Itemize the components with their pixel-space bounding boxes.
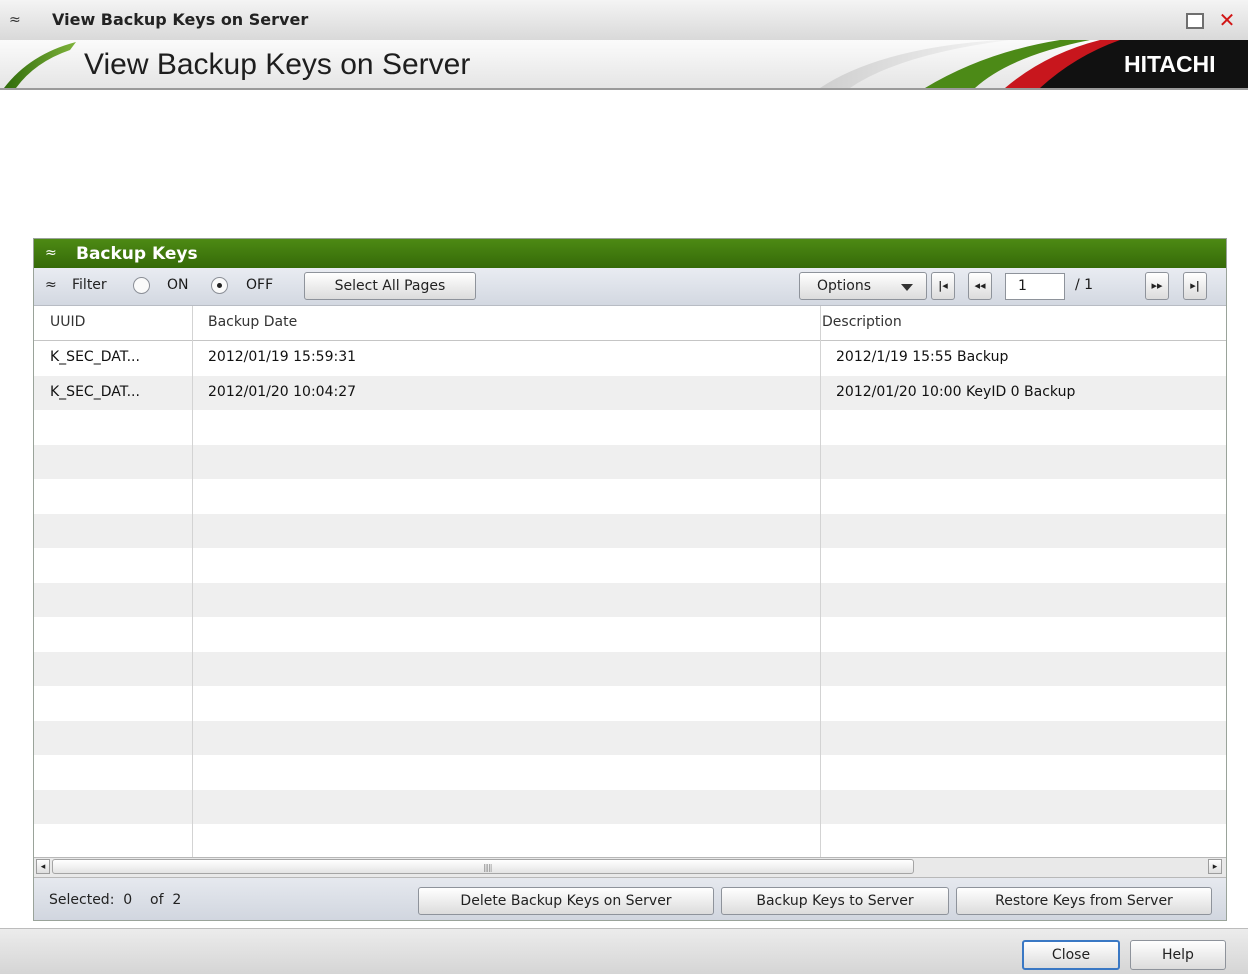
page-number-input[interactable]: 1 <box>1005 273 1065 300</box>
column-header-description[interactable]: Description <box>822 314 902 330</box>
hitachi-logo: HITACHI <box>1124 51 1216 77</box>
help-button[interactable]: Help <box>1130 940 1226 970</box>
selection-count: Selected: 0 of 2 <box>49 892 182 908</box>
filter-on-radio[interactable] <box>133 277 150 294</box>
previous-page-button[interactable]: ◂◂ <box>968 272 992 300</box>
backup-keys-panel: ≈ Backup Keys ≈ Filter ON OFF Select All… <box>33 238 1227 921</box>
header-banner: View Backup Keys on Server HITACHI <box>0 40 1248 90</box>
select-all-pages-button[interactable]: Select All Pages <box>304 272 476 300</box>
empty-row <box>34 720 1226 755</box>
collapse-icon[interactable]: ≈ <box>45 244 57 262</box>
empty-row <box>34 582 1226 617</box>
empty-row <box>34 686 1226 721</box>
filter-collapse-icon[interactable]: ≈ <box>45 277 57 293</box>
delete-backup-keys-button[interactable]: Delete Backup Keys on Server <box>418 887 714 915</box>
empty-row <box>34 824 1226 857</box>
column-divider[interactable] <box>192 306 193 857</box>
horizontal-scrollbar[interactable]: ◂ ||||| ▸ <box>34 857 1226 878</box>
backup-keys-to-server-button[interactable]: Backup Keys to Server <box>721 887 949 915</box>
options-label: Options <box>817 278 872 294</box>
panel-footer: Selected: 0 of 2 Delete Backup Keys on S… <box>34 878 1226 920</box>
caret-down-icon <box>901 284 913 291</box>
cell-backup-date: 2012/01/20 10:04:27 <box>208 383 357 400</box>
filter-off-label[interactable]: OFF <box>246 277 273 293</box>
empty-row <box>34 755 1226 790</box>
cell-uuid: K_SEC_DAT... <box>50 349 140 365</box>
cell-description: 2012/01/20 10:00 KeyID 0 Backup <box>836 383 1076 400</box>
empty-row <box>34 651 1226 686</box>
empty-row <box>34 617 1226 652</box>
table-row[interactable]: K_SEC_DAT... 2012/01/20 10:04:27 2012/01… <box>34 375 1226 410</box>
window-title-bar: ≈ View Backup Keys on Server ✕ <box>0 0 1248 41</box>
window-title: View Backup Keys on Server <box>52 10 309 29</box>
last-page-button[interactable]: ▸| <box>1183 272 1207 300</box>
column-divider[interactable] <box>820 306 821 857</box>
filter-on-label[interactable]: ON <box>167 277 189 293</box>
first-page-button[interactable]: |◂ <box>931 272 955 300</box>
column-header-uuid[interactable]: UUID <box>50 314 85 330</box>
cell-description: 2012/1/19 15:55 Backup <box>836 349 1009 365</box>
maximize-icon[interactable] <box>1183 9 1205 31</box>
empty-row <box>34 789 1226 824</box>
options-dropdown[interactable]: Options <box>799 272 927 300</box>
backup-keys-table: K_SEC_DAT... 2012/01/19 15:59:31 2012/1/… <box>34 306 1226 857</box>
empty-row <box>34 513 1226 548</box>
table-row[interactable]: K_SEC_DAT... 2012/01/19 15:59:31 2012/1/… <box>34 341 1226 376</box>
restore-keys-button[interactable]: Restore Keys from Server <box>956 887 1212 915</box>
cell-backup-date: 2012/01/19 15:59:31 <box>208 349 357 365</box>
next-page-button[interactable]: ▸▸ <box>1145 272 1169 300</box>
panel-title: Backup Keys <box>76 244 198 264</box>
filter-label: Filter <box>72 277 107 293</box>
table-header: UUID Backup Date Description <box>34 306 1226 341</box>
filter-off-radio[interactable] <box>211 277 228 294</box>
empty-row <box>34 479 1226 514</box>
column-header-backup-date[interactable]: Backup Date <box>208 314 297 330</box>
table-toolbar: ≈ Filter ON OFF Select All Pages Options… <box>34 268 1226 306</box>
cell-uuid: K_SEC_DAT... <box>50 383 140 400</box>
panel-header: ≈ Backup Keys <box>34 239 1226 268</box>
close-button[interactable]: Close <box>1022 940 1120 970</box>
scrollbar-thumb[interactable]: ||||| <box>52 859 914 874</box>
collapse-icon[interactable]: ≈ <box>9 10 21 30</box>
empty-row <box>34 410 1226 445</box>
page-heading: View Backup Keys on Server <box>84 48 471 81</box>
scroll-left-icon[interactable]: ◂ <box>36 859 50 874</box>
empty-row <box>34 548 1226 583</box>
grip-icon: ||||| <box>483 863 493 872</box>
dialog-button-bar: Close Help <box>0 928 1248 974</box>
empty-row <box>34 444 1226 479</box>
page-total: / 1 <box>1075 277 1094 293</box>
scroll-right-icon[interactable]: ▸ <box>1208 859 1222 874</box>
close-icon[interactable]: ✕ <box>1216 9 1238 31</box>
